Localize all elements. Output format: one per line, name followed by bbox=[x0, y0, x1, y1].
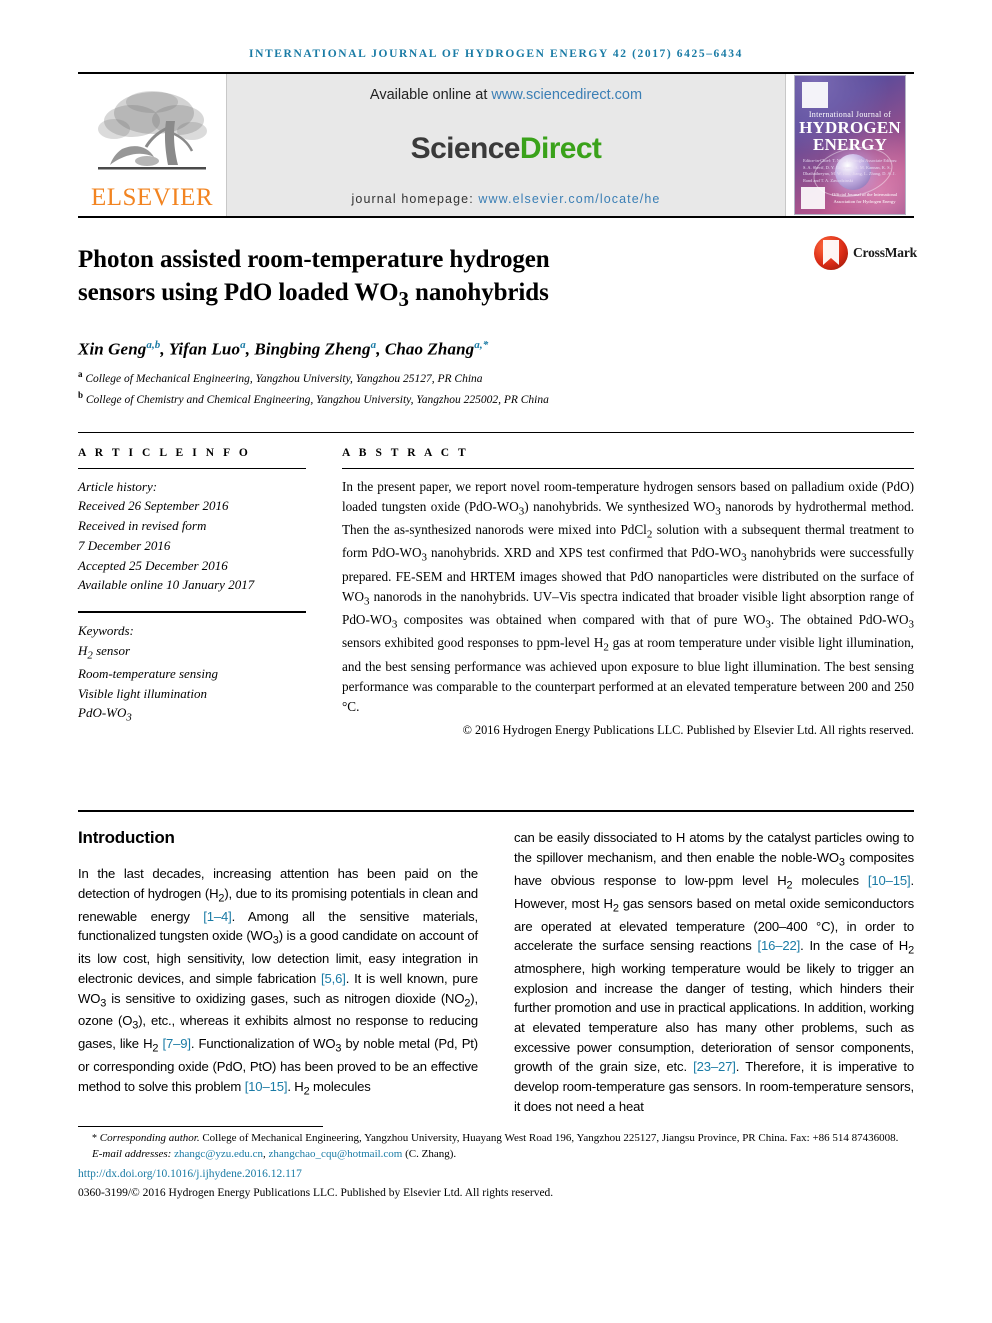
doi-link[interactable]: http://dx.doi.org/10.1016/j.ijhydene.201… bbox=[78, 1166, 914, 1183]
affiliation-marker-a: a bbox=[78, 369, 83, 380]
citation-5-6[interactable]: [5,6] bbox=[321, 971, 346, 986]
title-line-2b: nanohybrids bbox=[408, 278, 549, 306]
keyword-2: Visible light illumination bbox=[78, 685, 208, 701]
page-title: Photon assisted room-temperature hydroge… bbox=[78, 244, 738, 313]
crossmark-icon bbox=[814, 236, 848, 270]
abstract-copyright: © 2016 Hydrogen Energy Publications LLC.… bbox=[462, 722, 914, 737]
affiliation-text-b: College of Chemistry and Chemical Engine… bbox=[85, 393, 549, 406]
affiliation-list: a College of Mechanical Engineering, Yan… bbox=[78, 368, 914, 409]
keyword-3: PdO-WO3 bbox=[78, 705, 132, 724]
cover-footer-text: Official Journal of the International As… bbox=[831, 192, 898, 205]
elsevier-wordmark: ELSEVIER bbox=[90, 184, 214, 211]
citation-7-9[interactable]: [7–9] bbox=[162, 1036, 191, 1051]
title-subscript: 3 bbox=[398, 286, 409, 311]
available-online-line: Available online at www.sciencedirect.co… bbox=[370, 87, 642, 103]
history-item-2: 7 December 2016 bbox=[78, 537, 171, 553]
author-name-3: Chao Zhang bbox=[384, 339, 475, 359]
corresponding-label: Corresponding author. bbox=[99, 1132, 200, 1145]
cover-iahe-logo bbox=[801, 187, 825, 209]
journal-cover-art: International Journal of HYDROGEN ENERGY… bbox=[794, 75, 906, 215]
author-name-1: Yifan Luo bbox=[168, 339, 241, 359]
body-column-left: Introduction In the last decades, increa… bbox=[78, 828, 478, 1116]
journal-homepage-link[interactable]: www.elsevier.com/locate/he bbox=[478, 192, 660, 206]
article-history: Article history: Received 26 September 2… bbox=[78, 469, 306, 596]
article-history-label: Article history: bbox=[78, 478, 158, 494]
citation-16-22[interactable]: [16–22] bbox=[758, 938, 801, 953]
citation-10-15-right[interactable]: [10–15] bbox=[868, 873, 911, 888]
journal-homepage-line: journal homepage: www.elsevier.com/locat… bbox=[352, 192, 661, 206]
history-item-4: Available online 10 January 2017 bbox=[78, 577, 255, 593]
keyword-1: Room-temperature sensing bbox=[78, 665, 218, 681]
introduction-heading: Introduction bbox=[78, 827, 175, 847]
citation-23-27[interactable]: [23–27] bbox=[693, 1059, 736, 1074]
body-column-right: can be easily dissociated to H atoms by … bbox=[514, 828, 914, 1116]
abstract-heading: A B S T R A C T bbox=[342, 446, 469, 459]
sciencedirect-banner: Available online at www.sciencedirect.co… bbox=[226, 74, 786, 216]
footnote-block: * Corresponding author. College of Mecha… bbox=[78, 1127, 914, 1201]
history-item-3: Accepted 25 December 2016 bbox=[78, 557, 228, 573]
sciencedirect-link[interactable]: www.sciencedirect.com bbox=[491, 87, 642, 103]
crossmark-badge[interactable]: CrossMark bbox=[814, 236, 917, 270]
elsevier-logo: ELSEVIER bbox=[78, 74, 226, 216]
author-list: Xin Genga,b, Yifan Luoa, Bingbing Zhenga… bbox=[78, 338, 489, 359]
history-item-1: Received in revised form bbox=[78, 518, 207, 533]
cover-elsevier-mark bbox=[802, 82, 828, 108]
affiliation-marker-b: b bbox=[78, 389, 84, 400]
journal-masthead: ELSEVIER Available online at www.science… bbox=[78, 74, 914, 216]
citation-1-4[interactable]: [1–4] bbox=[203, 909, 232, 924]
email-note: E-mail addresses: zhangc@yzu.edu.cn, zha… bbox=[92, 1148, 457, 1161]
introduction-paragraph-right: can be easily dissociated to H atoms by … bbox=[514, 829, 915, 1114]
elsevier-tree-icon bbox=[98, 91, 207, 170]
article-info-column: A R T I C L E I N F O Article history: R… bbox=[78, 447, 306, 738]
cover-title: International Journal of HYDROGEN ENERGY bbox=[795, 110, 905, 153]
abstract-column: A B S T R A C T In the present paper, we… bbox=[342, 447, 914, 738]
title-line-1: Photon assisted room-temperature hydroge… bbox=[78, 246, 550, 273]
email-label: E-mail addresses: bbox=[92, 1148, 172, 1161]
cover-title-line2: HYDROGEN bbox=[799, 118, 901, 137]
sciencedirect-logo-direct: Direct bbox=[519, 131, 602, 165]
affiliation-text-a: College of Mechanical Engineering, Yangz… bbox=[85, 373, 483, 386]
affiliation-a: a College of Mechanical Engineering, Yan… bbox=[78, 368, 914, 389]
info-abstract-area: A R T I C L E I N F O Article history: R… bbox=[78, 433, 914, 738]
introduction-paragraph-left: In the last decades, increasing attentio… bbox=[78, 865, 478, 1098]
title-block: Photon assisted room-temperature hydroge… bbox=[78, 218, 917, 410]
email-link-1[interactable]: zhangchao_cqu@hotmail.com bbox=[269, 1148, 403, 1160]
email-link-0[interactable]: zhangc@yzu.edu.cn bbox=[174, 1148, 263, 1160]
history-item-0: Received 26 September 2016 bbox=[78, 498, 229, 514]
author-sup-3: a,* bbox=[474, 338, 489, 351]
paper-page: INTERNATIONAL JOURNAL OF HYDROGEN ENERGY… bbox=[0, 0, 992, 1323]
crossmark-label: CrossMark bbox=[853, 245, 917, 260]
article-info-heading: A R T I C L E I N F O bbox=[78, 446, 251, 459]
issn-line: 0360-3199/© 2016 Hydrogen Energy Publica… bbox=[78, 1186, 554, 1199]
affiliation-b: b College of Chemistry and Chemical Engi… bbox=[78, 389, 914, 410]
email-suffix: (C. Zhang). bbox=[405, 1148, 457, 1161]
journal-cover: International Journal of HYDROGEN ENERGY… bbox=[786, 74, 914, 216]
cover-title-line3: ENERGY bbox=[813, 135, 887, 154]
cover-editors: Editor-in-Chief: T. Nejat Veziroğlu Asso… bbox=[803, 158, 898, 183]
citation-10-15-left[interactable]: [10–15] bbox=[245, 1079, 288, 1094]
author-name-2: Bingbing Zheng bbox=[254, 339, 371, 359]
abstract-text: In the present paper, we report novel ro… bbox=[342, 478, 915, 714]
keyword-0: H2 sensor bbox=[78, 642, 131, 662]
author-sup-0: a,b bbox=[146, 338, 161, 351]
title-line-2a: sensors using PdO loaded WO bbox=[78, 278, 399, 306]
corresponding-marker: * bbox=[92, 1133, 97, 1145]
body-columns: Introduction In the last decades, increa… bbox=[78, 812, 914, 1116]
keywords-block: Keywords: H2 sensor Room-temperature sen… bbox=[78, 613, 306, 726]
sciencedirect-logo[interactable]: ScienceDirect bbox=[411, 132, 602, 166]
available-online-text: Available online at bbox=[369, 87, 492, 103]
corresponding-text: College of Mechanical Engineering, Yangz… bbox=[199, 1132, 899, 1145]
sciencedirect-logo-science: Science bbox=[410, 131, 521, 165]
author-sup-1: a bbox=[240, 338, 246, 351]
journal-homepage-label: journal homepage: bbox=[351, 192, 479, 206]
author-name-0: Xin Geng bbox=[78, 339, 147, 359]
keywords-label: Keywords: bbox=[78, 623, 134, 638]
author-sup-2: a bbox=[370, 338, 377, 351]
running-head: INTERNATIONAL JOURNAL OF HYDROGEN ENERGY… bbox=[249, 48, 743, 60]
corresponding-author-note: * Corresponding author. College of Mecha… bbox=[78, 1131, 914, 1147]
